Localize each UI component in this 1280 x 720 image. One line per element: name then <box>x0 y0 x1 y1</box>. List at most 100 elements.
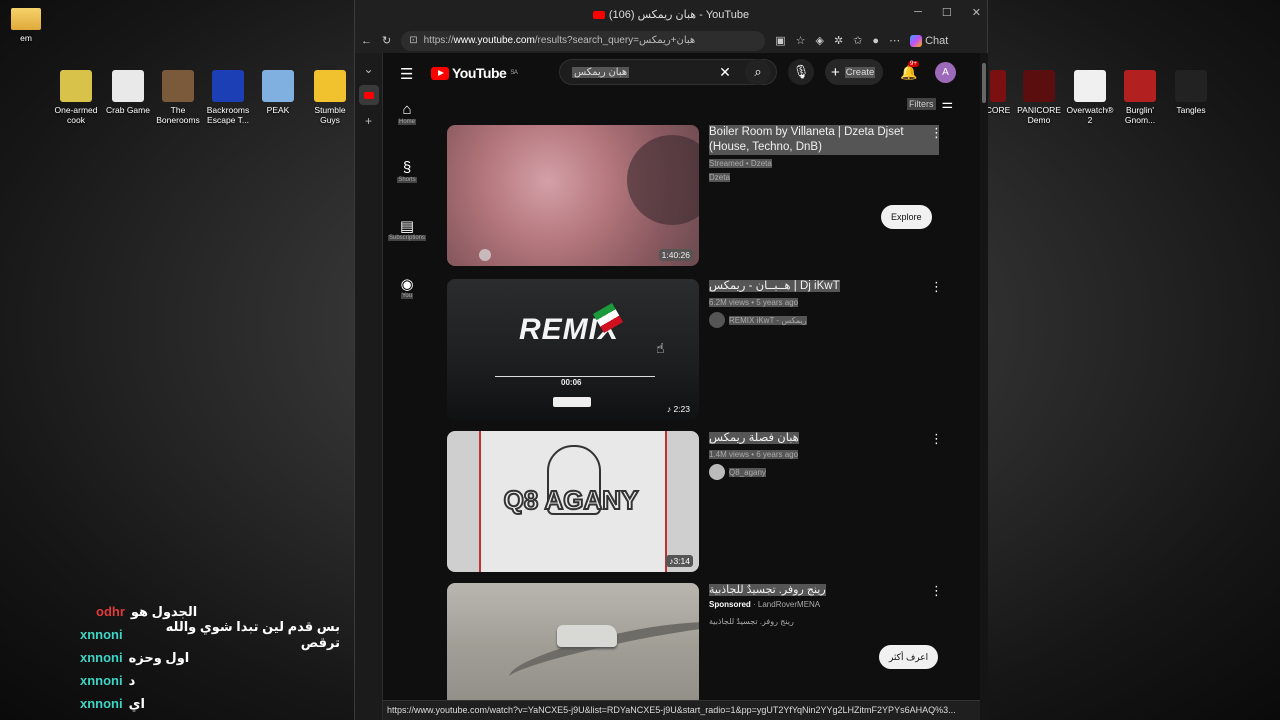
stream-chat: odhr الجدول هو xnnoni بس قدم لين تبدا شوي و… <box>80 600 340 715</box>
learn-more-button[interactable]: اعرف أكثر <box>879 645 939 669</box>
favorite-icon[interactable]: ☆ <box>796 34 806 47</box>
collections-icon[interactable]: ✩ <box>853 34 862 47</box>
filters-label: Filters <box>907 98 936 110</box>
desktop-shortcut[interactable]: Tangles <box>1165 70 1217 115</box>
menu-icon[interactable]: ☰ <box>400 65 413 83</box>
split-screen-icon[interactable]: ▣ <box>775 34 785 47</box>
app-icon <box>990 70 1006 102</box>
video-result[interactable]: 1:40:26 Boiler Room by Villaneta | Dzeta… <box>447 125 967 267</box>
thumb-player-icon <box>553 397 591 407</box>
tabs-collapse-icon[interactable]: ⌄ <box>359 59 379 79</box>
home-icon: ⌂ <box>402 101 412 118</box>
subscriptions-icon: ▤ <box>399 218 415 235</box>
refresh-icon[interactable]: ↻ <box>382 34 391 47</box>
notifications-icon[interactable]: 🔔 9+ <box>900 61 919 81</box>
shorts-icon: § <box>402 159 412 176</box>
logo-region: SA <box>510 70 518 76</box>
url-field[interactable]: ⊡ https://www.youtube.com/results?search… <box>401 30 766 51</box>
ad-title[interactable]: رينج روفر. تجسيدٌ للجاذبية <box>709 584 826 596</box>
guide-item-shorts[interactable]: § Shorts <box>383 159 431 209</box>
explore-button[interactable]: Explore <box>881 205 932 229</box>
app-icon <box>1124 70 1156 102</box>
you-icon: ◉ <box>400 276 414 293</box>
search-value: هبان ريمكس <box>572 66 630 78</box>
search-icon[interactable]: ⌕ <box>745 59 771 85</box>
desktop-folder[interactable]: em <box>0 8 52 43</box>
video-title[interactable]: هبان فصلة ريمكس <box>709 432 799 444</box>
minimize-icon[interactable]: ─ <box>914 6 922 19</box>
video-thumbnail[interactable]: Q8 AGANY ♪3:14 <box>447 431 699 572</box>
video-title[interactable]: هــبــان - ريمكس | Dj iKwT <box>709 280 840 292</box>
site-info-icon[interactable]: ⊡ <box>409 35 417 46</box>
extensions-icon[interactable]: ✲ <box>834 34 843 47</box>
profile-icon[interactable]: ● <box>872 35 879 47</box>
video-duration: 1:40:26 <box>658 249 693 261</box>
desktop-shortcut[interactable]: Burglin' Gnom... <box>1114 70 1166 125</box>
chat-label: Chat <box>925 34 949 47</box>
video-duration: 3:14 <box>673 556 690 566</box>
scrollbar-thumb[interactable] <box>982 63 986 103</box>
more-icon[interactable]: ⋯ <box>889 34 900 47</box>
page-scrollbar[interactable] <box>980 53 988 720</box>
desktop-shortcut[interactable]: Crab Game <box>102 70 154 115</box>
filters-icon: ⚌ <box>941 96 954 111</box>
video-result[interactable]: REMIX 00:06 ♪ 2:23 هــبــان - ريمكس | Dj… <box>447 279 967 421</box>
chat-text: د <box>128 672 136 688</box>
car-shape <box>557 625 617 647</box>
video-result[interactable]: Q8 AGANY ♪3:14 هبان فصلة ريمكس 1.4M view… <box>447 431 967 573</box>
youtube-logo[interactable]: YouTube SA <box>431 65 518 81</box>
new-tab-icon[interactable]: + <box>359 111 379 131</box>
mic-icon[interactable]: 🎙 <box>788 59 814 85</box>
window-title: (106) هبان ريمكس - YouTube <box>608 9 750 21</box>
url-path: /results?search_query=هبان+ريمكس <box>534 35 696 46</box>
channel-name[interactable]: REMIX iKwT - ريمكس <box>729 315 807 325</box>
desktop-shortcut[interactable]: PANICORE Demo <box>1013 70 1065 125</box>
guide-item-label: Home <box>397 119 416 125</box>
app-icon <box>1023 70 1055 102</box>
desktop-shortcut[interactable]: Stumble Guys <box>304 70 356 125</box>
filters-button[interactable]: Filters ⚌ <box>907 96 953 112</box>
guide-item-home[interactable]: ⌂ Home <box>383 101 431 151</box>
clear-search-icon[interactable]: ✕ <box>712 59 738 85</box>
copilot-icon <box>910 34 923 47</box>
logo-text: YouTube <box>452 65 507 81</box>
close-icon[interactable]: ✕ <box>972 6 981 19</box>
more-actions-icon[interactable]: ⋮ <box>930 279 943 295</box>
channel-watermark-icon <box>479 249 491 261</box>
maximize-icon[interactable]: ☐ <box>942 6 952 19</box>
channel-name[interactable]: Dzeta <box>709 173 730 182</box>
desktop-shortcut[interactable]: Overwatch® 2 <box>1064 70 1116 125</box>
guide-item-subscriptions[interactable]: ▤ Subscriptions <box>383 217 431 267</box>
thumb-q8-text: Q8 AGANY <box>503 485 640 515</box>
more-actions-icon[interactable]: ⋮ <box>930 125 943 141</box>
video-title[interactable]: Boiler Room by Villaneta | Dzeta Djset (… <box>709 125 939 155</box>
guide-item-you[interactable]: ◉ You <box>383 275 431 325</box>
desktop-shortcut-label: The Bonerooms <box>156 105 200 125</box>
guide-item-label: Subscriptions <box>387 235 427 241</box>
folder-icon <box>11 8 41 30</box>
desktop-shortcut-label: Backrooms Escape T... <box>206 105 250 125</box>
mouse-cursor-icon: ☝ <box>656 340 665 356</box>
youtube-header: ☰ YouTube SA هبان ريمكس ✕ ⌕ 🎙 + Create 🔔 9+… <box>383 53 980 91</box>
channel-avatar[interactable] <box>709 464 725 480</box>
back-icon[interactable]: ← <box>361 35 372 47</box>
browser-window: (106) هبان ريمكس - YouTube ─ ☐ ✕ ← ↻ ⊡ h… <box>354 0 988 720</box>
advertiser-name[interactable]: LandRoverMENA <box>758 600 820 609</box>
video-thumbnail[interactable]: 1:40:26 <box>447 125 699 266</box>
more-actions-icon[interactable]: ⋮ <box>930 583 943 599</box>
desktop-folder-label: em <box>20 33 32 43</box>
copilot-chat-button[interactable]: Chat <box>910 34 949 47</box>
desktop-shortcut[interactable]: One-armed cook <box>50 70 102 125</box>
create-button[interactable]: + Create <box>825 59 883 85</box>
channel-avatar[interactable] <box>709 312 725 328</box>
shield-icon[interactable]: ◈ <box>816 34 824 47</box>
vertical-tabs: ⌄ + <box>355 53 383 720</box>
desktop-shortcut[interactable]: Backrooms Escape T... <box>202 70 254 125</box>
chat-text: اي <box>128 695 145 711</box>
channel-name[interactable]: Q8_agany <box>729 467 766 477</box>
more-actions-icon[interactable]: ⋮ <box>930 431 943 447</box>
desktop-shortcut[interactable]: PEAK <box>252 70 304 115</box>
desktop-shortcut[interactable]: The Bonerooms <box>152 70 204 125</box>
avatar[interactable]: A <box>935 62 956 83</box>
youtube-tab[interactable] <box>358 85 379 105</box>
